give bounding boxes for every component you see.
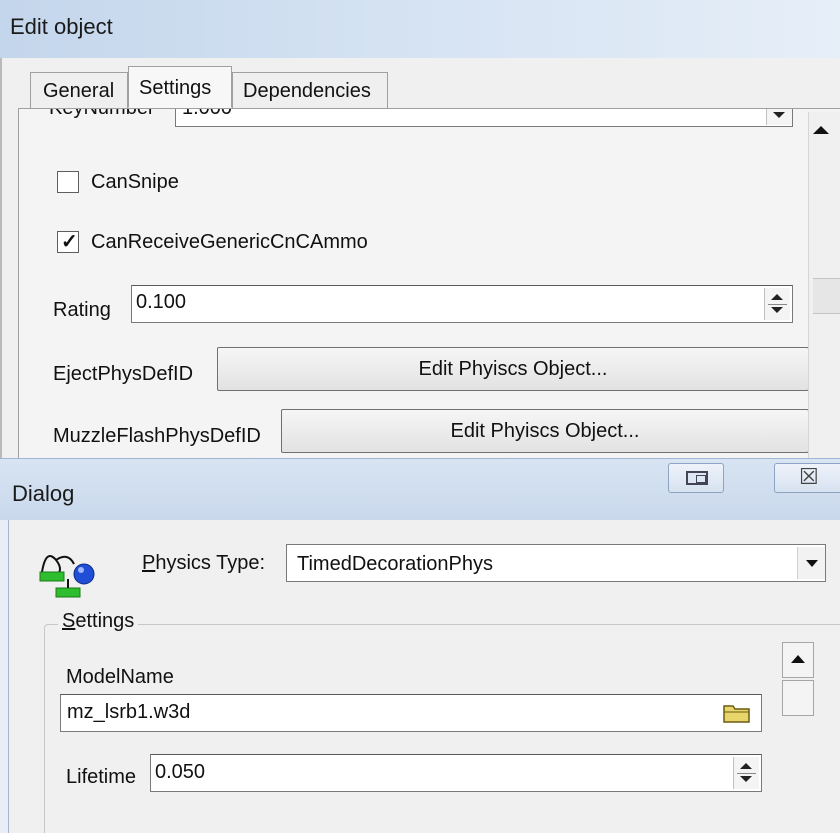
eject-edit-physics-button-label: Edit Phyiscs Object... bbox=[418, 358, 608, 380]
model-name-input[interactable]: mz_lsrb1.w3d bbox=[60, 694, 762, 732]
tab-dependencies[interactable]: Dependencies bbox=[232, 72, 388, 108]
edit-object-window: Edit object General Settings Dependencie… bbox=[0, 0, 840, 470]
model-name-label: ModelName bbox=[66, 666, 174, 688]
scroll-up-icon bbox=[791, 655, 805, 663]
eject-edit-physics-button[interactable]: Edit Phyiscs Object... bbox=[217, 347, 809, 391]
key-number-row: KeyNumber 1.000 bbox=[19, 109, 809, 131]
edit-object-scrollbar[interactable] bbox=[808, 112, 840, 470]
can-snipe-checkbox[interactable] bbox=[57, 171, 79, 193]
spin-down-icon bbox=[773, 112, 785, 118]
spin-down-icon[interactable] bbox=[771, 307, 783, 313]
dialog-titlebar[interactable]: Dialog ☒ bbox=[0, 458, 840, 520]
tab-general[interactable]: General bbox=[30, 72, 128, 108]
folder-icon[interactable] bbox=[722, 701, 752, 725]
edit-object-titlebar[interactable]: Edit object bbox=[0, 0, 840, 58]
settings-tab-panel: KeyNumber 1.000 CanSnipe ✓ CanReceiveGen… bbox=[18, 108, 840, 470]
lifetime-spinner[interactable] bbox=[733, 757, 759, 789]
scroll-thumb[interactable] bbox=[782, 680, 814, 716]
dialog-window: Dialog ☒ Physics Type: TimedDecorationPh… bbox=[0, 458, 840, 833]
physics-type-value: TimedDecorationPhys bbox=[297, 553, 494, 575]
tab-settings[interactable]: Settings bbox=[128, 66, 232, 108]
lifetime-value: 0.050 bbox=[155, 761, 206, 783]
close-icon: ☒ bbox=[799, 464, 819, 489]
settings-group-legend: Settings bbox=[58, 610, 139, 633]
spin-up-icon[interactable] bbox=[740, 763, 752, 769]
physics-type-select[interactable]: TimedDecorationPhys bbox=[286, 544, 826, 582]
muzzle-edit-physics-button[interactable]: Edit Phyiscs Object... bbox=[281, 409, 809, 453]
key-number-spinner[interactable] bbox=[766, 109, 792, 125]
scroll-up-button[interactable] bbox=[782, 642, 814, 678]
model-name-value: mz_lsrb1.w3d bbox=[67, 701, 191, 723]
lifetime-label: Lifetime bbox=[66, 766, 137, 788]
can-receive-ammo-checkbox[interactable]: ✓ bbox=[57, 231, 79, 253]
chevron-down-icon bbox=[806, 560, 818, 567]
dialog-title: Dialog bbox=[12, 481, 75, 506]
eject-phys-label: EjectPhysDefID bbox=[53, 363, 194, 385]
spin-down-icon[interactable] bbox=[740, 776, 752, 782]
physics-type-icon bbox=[39, 555, 95, 598]
lifetime-input[interactable]: 0.050 bbox=[150, 754, 762, 792]
key-number-label: KeyNumber bbox=[49, 109, 155, 120]
scroll-up-icon[interactable] bbox=[813, 126, 829, 134]
tab-settings-label: Settings bbox=[139, 77, 212, 99]
physics-type-label: Physics Type: bbox=[142, 552, 266, 574]
rating-value: 0.100 bbox=[136, 291, 187, 313]
scroll-thumb[interactable] bbox=[813, 278, 840, 314]
rating-input[interactable]: 0.100 bbox=[131, 285, 793, 323]
rating-label: Rating bbox=[53, 299, 111, 321]
check-mark-icon: ✓ bbox=[61, 231, 78, 253]
key-number-input[interactable]: 1.000 bbox=[175, 109, 793, 127]
restore-button[interactable] bbox=[668, 463, 724, 493]
close-button[interactable]: ☒ bbox=[774, 463, 840, 493]
tab-general-label: General bbox=[43, 80, 115, 102]
can-receive-ammo-label: CanReceiveGenericCnCAmmo bbox=[91, 231, 368, 253]
tab-dependencies-label: Dependencies bbox=[243, 80, 371, 102]
spin-up-icon[interactable] bbox=[771, 294, 783, 300]
muzzle-edit-physics-button-label: Edit Phyiscs Object... bbox=[450, 420, 640, 442]
physics-type-dropdown-button[interactable] bbox=[797, 547, 825, 579]
edit-object-title: Edit object bbox=[10, 14, 113, 39]
muzzle-flash-label: MuzzleFlashPhysDefID bbox=[53, 425, 261, 447]
settings-scrollbar[interactable] bbox=[782, 642, 814, 833]
rating-spinner[interactable] bbox=[764, 288, 790, 320]
key-number-value: 1.000 bbox=[182, 109, 232, 120]
restore-icon bbox=[686, 471, 708, 485]
can-snipe-label: CanSnipe bbox=[91, 171, 179, 193]
